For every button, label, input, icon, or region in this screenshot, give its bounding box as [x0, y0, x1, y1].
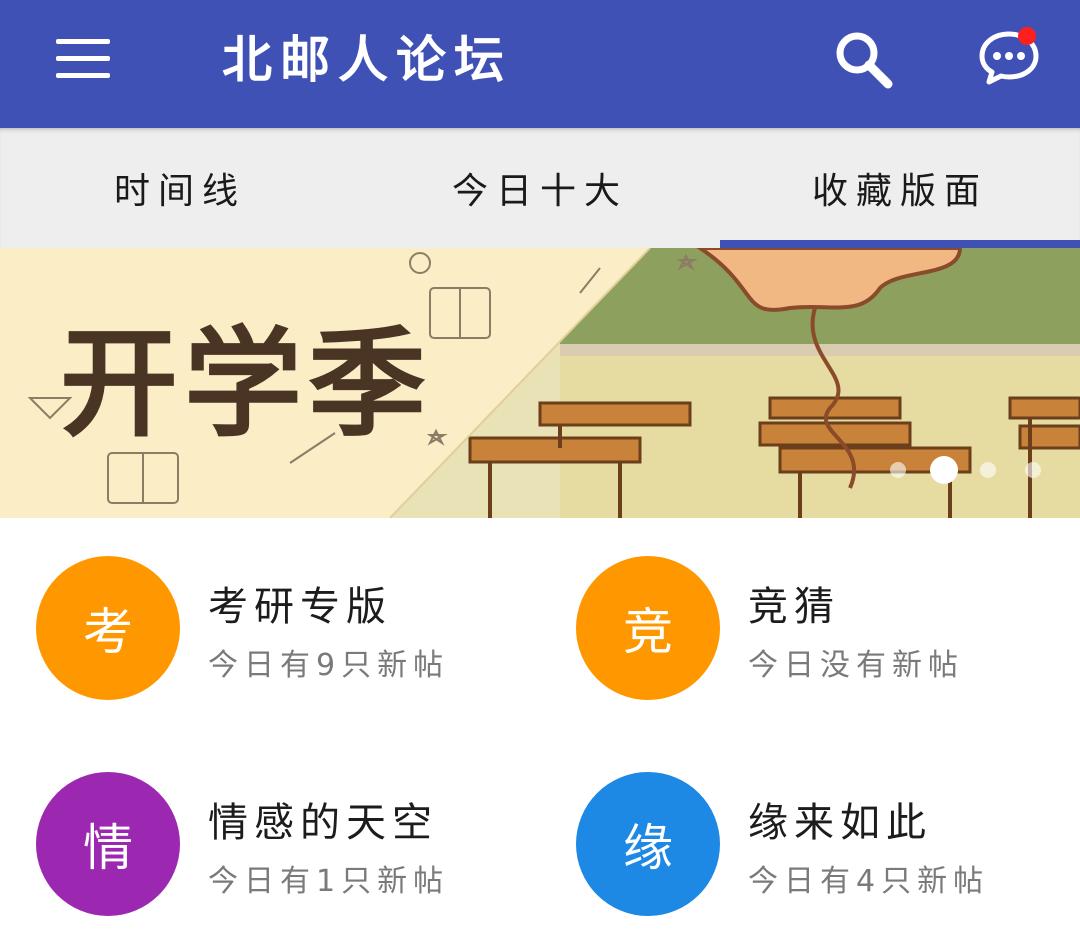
board-item-romance[interactable]: 缘 缘来如此 今日有4只新帖 — [540, 734, 1060, 916]
tab-bar: 时间线 今日十大 收藏版面 — [0, 128, 1080, 248]
board-new-post-status: 今日有1只新帖 — [208, 864, 450, 899]
tab-favorite-boards[interactable]: 收藏版面 — [720, 128, 1080, 248]
board-avatar: 考 — [36, 556, 180, 700]
board-new-post-status: 今日有9只新帖 — [208, 648, 450, 683]
banner-headline: 开学季 — [60, 315, 433, 453]
notification-dot — [1018, 27, 1036, 45]
board-avatar: 缘 — [576, 772, 720, 916]
board-name: 情感的天空 — [208, 800, 438, 846]
search-icon[interactable] — [830, 26, 896, 92]
hamburger-menu-icon[interactable] — [52, 36, 114, 82]
board-item-guess[interactable]: 竞 竞猜 今日没有新帖 — [540, 518, 1060, 700]
tab-indicator — [720, 240, 1080, 248]
board-new-post-status: 今日没有新帖 — [748, 648, 964, 683]
board-avatar: 竞 — [576, 556, 720, 700]
board-item-kaoyan[interactable]: 考 考研专版 今日有9只新帖 — [0, 518, 520, 700]
board-new-post-status: 今日有4只新帖 — [748, 864, 990, 899]
tab-timeline[interactable]: 时间线 — [0, 128, 360, 248]
board-name: 考研专版 — [208, 584, 392, 630]
board-name: 缘来如此 — [748, 800, 932, 846]
app-title: 北邮人论坛 — [222, 31, 512, 89]
carousel-dot-active[interactable] — [930, 456, 958, 484]
app-bar: 北邮人论坛 — [0, 0, 1080, 128]
board-item-emotion[interactable]: 情 情感的天空 今日有1只新帖 — [0, 734, 520, 916]
carousel-dot[interactable] — [980, 462, 996, 478]
banner-carousel[interactable]: 开学季 — [0, 248, 1080, 518]
tab-top-ten[interactable]: 今日十大 — [360, 128, 720, 248]
carousel-dot[interactable] — [890, 462, 906, 478]
favorite-boards-list: 考 考研专版 今日有9只新帖 竞 竞猜 今日没有新帖 情 情感的天空 今日有1只… — [0, 518, 1080, 936]
board-avatar: 情 — [36, 772, 180, 916]
board-name: 竞猜 — [748, 584, 840, 630]
carousel-dot[interactable] — [1025, 462, 1041, 478]
